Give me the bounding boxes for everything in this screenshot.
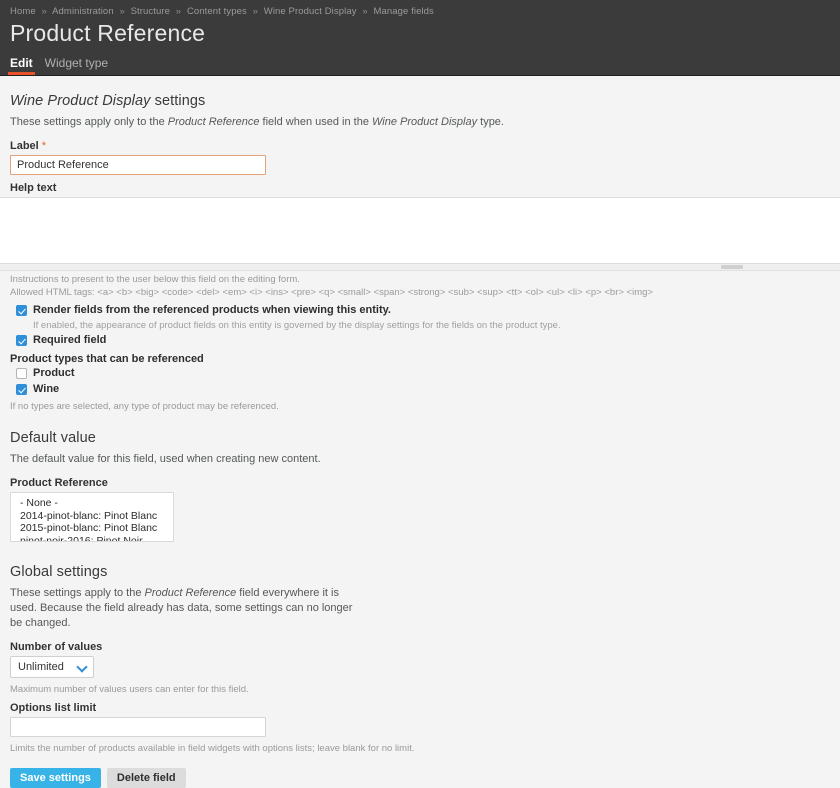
number-of-values-label: Number of values (10, 641, 103, 653)
product-type-checkbox-product[interactable] (16, 368, 27, 379)
instance-settings-description: These settings apply only to the Product… (10, 115, 710, 130)
breadcrumb-separator: » (175, 6, 182, 17)
allowed-html-tags-hint: Allowed HTML tags: <a> <b> <big> <code> … (10, 287, 653, 298)
page-header: Home » Administration » Structure » Cont… (0, 0, 840, 75)
global-settings-description: These settings apply to the Product Refe… (10, 586, 365, 631)
listbox-option-2014-pinot-blanc[interactable]: 2014-pinot-blanc: Pinot Blanc (11, 510, 173, 523)
breadcrumb-item-structure[interactable]: Structure (131, 6, 170, 17)
page-title: Product Reference (10, 20, 206, 46)
render-fields-checkbox-label[interactable]: Render fields from the referenced produc… (33, 304, 391, 317)
label-field-label-text: Label (10, 140, 39, 152)
desc-part-3: type. (477, 116, 504, 128)
product-types-hint: If no types are selected, any type of pr… (10, 401, 279, 412)
options-list-limit-label: Options list limit (10, 702, 97, 714)
instance-settings-heading-type: Wine Product Display (10, 93, 151, 109)
main-content: Wine Product Display settings These sett… (0, 93, 840, 788)
breadcrumb-separator: » (119, 6, 125, 17)
global-desc-em-field: Product Reference (144, 587, 237, 599)
number-of-values-selected: Unlimited (18, 661, 64, 673)
default-value-field-label: Product Reference (10, 477, 108, 489)
label-input[interactable] (10, 155, 266, 175)
product-type-label-product[interactable]: Product (33, 367, 75, 380)
render-fields-checkbox[interactable] (16, 305, 27, 316)
required-field-checkbox[interactable] (16, 335, 27, 346)
resize-grip-icon[interactable] (721, 265, 743, 269)
chevron-down-icon (78, 663, 87, 672)
default-value-heading: Default value (10, 430, 96, 446)
required-asterisk: * (41, 140, 47, 152)
breadcrumb-separator: » (252, 6, 258, 17)
breadcrumb-item-manage-fields[interactable]: Manage fields (373, 6, 433, 17)
product-type-checkbox-row-product[interactable]: Product (10, 367, 830, 380)
tab-bar: Edit Widget type (0, 53, 840, 75)
help-text-label: Help text (10, 182, 57, 194)
listbox-option-none[interactable]: - None - (11, 497, 173, 510)
product-types-group-label: Product types that can be referenced (10, 353, 204, 365)
global-settings-heading: Global settings (10, 564, 108, 580)
help-text-hint: Instructions to present to the user belo… (10, 274, 300, 285)
default-value-listbox[interactable]: - None - 2014-pinot-blanc: Pinot Blanc 2… (10, 492, 174, 542)
desc-em-type: Wine Product Display (372, 116, 478, 128)
form-actions: Save settings Delete field (10, 768, 830, 788)
breadcrumb-separator: » (362, 6, 368, 17)
tab-edit[interactable]: Edit (8, 57, 35, 75)
breadcrumb-item-home[interactable]: Home (10, 6, 36, 17)
desc-em-field: Product Reference (167, 116, 260, 128)
textarea-resize-grip-bar[interactable] (0, 264, 840, 271)
delete-field-button[interactable]: Delete field (106, 768, 186, 788)
tab-widget-type[interactable]: Widget type (45, 57, 108, 75)
product-type-checkbox-wine[interactable] (16, 384, 27, 395)
number-of-values-select[interactable]: Unlimited (10, 656, 94, 678)
required-field-checkbox-row[interactable]: Required field (10, 334, 830, 347)
listbox-option-pinot-noir-2016[interactable]: pinot-noir-2016: Pinot Noir (11, 535, 173, 542)
default-value-description: The default value for this field, used w… (10, 453, 321, 465)
instance-settings-heading-suffix: settings (150, 93, 206, 109)
desc-part-1: These settings apply only to the (10, 116, 168, 128)
desc-part-2: field when used in the (259, 116, 373, 128)
number-of-values-hint: Maximum number of values users can enter… (10, 684, 249, 695)
header-divider (0, 75, 840, 76)
help-text-textarea[interactable] (0, 197, 840, 264)
breadcrumb-separator: » (41, 6, 47, 17)
label-field-label: Label * (10, 140, 830, 152)
instance-settings-heading: Wine Product Display settings (10, 93, 830, 109)
required-field-checkbox-label[interactable]: Required field (33, 334, 106, 347)
global-desc-part-1: These settings apply to the (10, 587, 145, 599)
breadcrumb: Home » Administration » Structure » Cont… (0, 0, 840, 19)
listbox-option-2015-pinot-blanc[interactable]: 2015-pinot-blanc: Pinot Blanc (11, 522, 173, 535)
breadcrumb-item-administration[interactable]: Administration (52, 6, 114, 17)
options-list-limit-input[interactable] (10, 717, 266, 737)
product-type-checkbox-row-wine[interactable]: Wine (10, 383, 830, 396)
save-settings-button[interactable]: Save settings (10, 768, 101, 788)
breadcrumb-item-wine-product-display[interactable]: Wine Product Display (264, 6, 357, 17)
options-list-limit-hint: Limits the number of products available … (10, 743, 415, 754)
render-fields-checkbox-row[interactable]: Render fields from the referenced produc… (10, 304, 830, 317)
breadcrumb-item-content-types[interactable]: Content types (187, 6, 247, 17)
product-type-label-wine[interactable]: Wine (33, 383, 59, 396)
render-fields-hint: If enabled, the appearance of product fi… (33, 320, 561, 331)
